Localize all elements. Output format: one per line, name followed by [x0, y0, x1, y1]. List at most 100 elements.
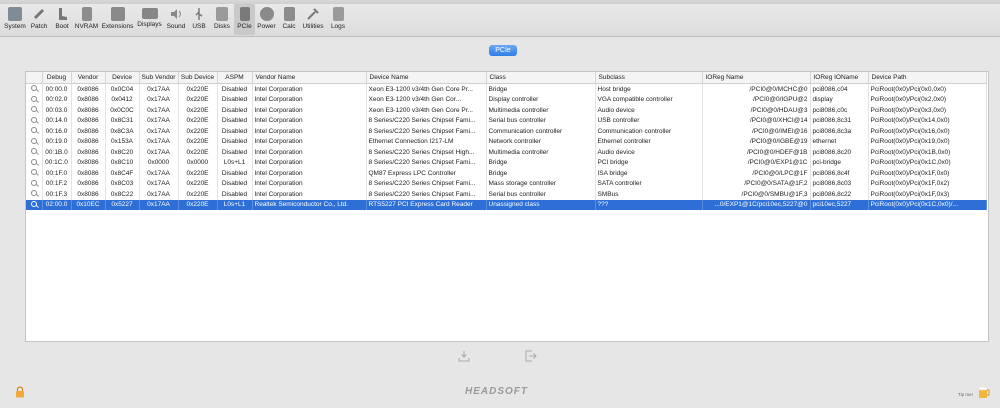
table-row[interactable]: 00:1F.3 0x8086 0x8C22 0x17AA 0x220E Disabled I… [26, 189, 987, 200]
column-header-ioreg-name[interactable]: IOReg Name [702, 72, 811, 84]
magnifier-icon[interactable] [30, 200, 37, 207]
cell-ioreg-name: /PCI0@0/IGPU@2 [702, 94, 811, 105]
table-row[interactable]: 00:1F.0 0x8086 0x8C4F 0x17AA 0x220E Disabled I… [26, 168, 987, 179]
column-header-device-path[interactable]: Device Path [868, 72, 987, 84]
toolbar: System Patch Boot NVRAM Extensions Displ… [0, 4, 1000, 37]
cell-debug: 00:16.0 [42, 126, 72, 137]
cell-aspm: Disabled [217, 105, 253, 116]
table-row[interactable]: 00:14.0 0x8086 0x8C31 0x17AA 0x220E Disabled I… [26, 115, 987, 126]
magnifier-icon[interactable] [30, 127, 37, 134]
toolbar-utilities-button[interactable]: Utilities [300, 4, 326, 35]
power-icon [259, 7, 274, 21]
row-inspect-cell[interactable] [26, 94, 43, 105]
column-header-vendor-name[interactable]: Vendor Name [252, 72, 367, 84]
toolbar-disks-button[interactable]: Disks [211, 4, 233, 35]
toolbar-power-button[interactable]: Power [256, 4, 277, 35]
column-header[interactable] [26, 72, 43, 84]
cell-debug: 00:1F.3 [42, 189, 72, 200]
cell-class: Multimedia controller [486, 147, 596, 158]
cell-aspm: Disabled [217, 83, 253, 95]
table-row[interactable]: 00:1C.0 0x8086 0x8C10 0x0000 0x0000 L0s+L1 Int… [26, 157, 987, 168]
magnifier-icon[interactable] [30, 116, 37, 123]
table-row[interactable]: 00:1B.0 0x8086 0x8C20 0x17AA 0x220E Disabled I… [26, 147, 987, 158]
toolbar-boot-button[interactable]: Boot [53, 4, 71, 35]
cell-debug: 00:1C.0 [42, 157, 72, 168]
magnifier-icon[interactable] [30, 95, 37, 102]
system-icon [8, 7, 22, 21]
export-icon[interactable] [458, 350, 470, 362]
column-header-aspm[interactable]: ASPM [217, 72, 253, 84]
row-inspect-cell[interactable] [26, 83, 43, 95]
toolbar-pcie-button[interactable]: PCIe [234, 4, 255, 35]
table-row[interactable]: 00:19.0 0x8086 0x153A 0x17AA 0x220E Disabled I… [26, 136, 987, 147]
toolbar-label: Power [257, 23, 276, 30]
row-inspect-cell[interactable] [26, 189, 43, 200]
row-inspect-cell[interactable] [26, 136, 43, 147]
beer-icon[interactable] [978, 385, 990, 399]
toolbar-system-button[interactable]: System [4, 4, 26, 35]
toolbar-calc-button[interactable]: Calc [280, 4, 298, 35]
table-row[interactable]: 00:16.0 0x8086 0x8C3A 0x17AA 0x220E Disabled I… [26, 126, 987, 137]
magnifier-icon[interactable] [30, 179, 37, 186]
cell-ioreg-name: /PCI0@0/HDEF@1B [702, 147, 811, 158]
magnifier-icon[interactable] [30, 148, 37, 155]
cell-class: Display controller [486, 94, 596, 105]
toolbar-patch-button[interactable]: Patch [30, 4, 48, 35]
row-inspect-cell[interactable] [26, 157, 43, 168]
column-header-device[interactable]: Device [105, 72, 140, 84]
cell-ioreg-ioname: pci8086,8c4f [810, 168, 869, 179]
cell-device-path: PciRoot(0x0)/Pci(0x19,0x0) [868, 136, 987, 147]
column-header-vendor[interactable]: Vendor [71, 72, 106, 84]
table-row[interactable]: 00:1F.2 0x8086 0x8C03 0x17AA 0x220E Disabled I… [26, 178, 987, 189]
cell-subclass: SATA controller [595, 178, 703, 189]
row-inspect-cell[interactable] [26, 115, 43, 126]
magnifier-icon[interactable] [30, 158, 37, 165]
pcie-section-button[interactable]: PCIe [489, 45, 517, 56]
cell-class: Multimedia controller [486, 105, 596, 116]
table-row[interactable]: 00:02.0 0x8086 0x0412 0x17AA 0x220E Disabled I… [26, 94, 987, 105]
toolbar-extensions-button[interactable]: Extensions [101, 4, 134, 35]
toolbar-nvram-button[interactable]: NVRAM [74, 4, 99, 35]
column-header-class[interactable]: Class [486, 72, 596, 84]
lock-icon[interactable] [15, 386, 25, 398]
cell-device-path: PciRoot(0x0)/Pci(0x14,0x0) [868, 115, 987, 126]
row-inspect-cell[interactable] [26, 178, 43, 189]
table-row[interactable]: 00:03.0 0x8086 0x0C0C 0x17AA 0x220E Disabled I… [26, 105, 987, 116]
magnifier-icon[interactable] [30, 85, 37, 92]
column-header-sub-device[interactable]: Sub Device [178, 72, 218, 84]
toolbar-displays-button[interactable]: Displays [137, 4, 162, 35]
column-header-debug[interactable]: Debug [42, 72, 72, 84]
toolbar-usb-button[interactable]: USB [190, 4, 208, 35]
row-inspect-cell[interactable] [26, 105, 43, 116]
table-header-row: Debug Vendor Device Sub Vendor Sub Devic… [26, 72, 987, 84]
cell-vendor: 0x8086 [71, 136, 106, 147]
column-header-device-name[interactable]: Device Name [366, 72, 487, 84]
cell-device-name: Xeon E3-1200 v3/4th Gen Core Pr... [366, 83, 487, 95]
magnifier-icon[interactable] [30, 137, 37, 144]
column-header-ioreg-ioname[interactable]: IOReg IOName [810, 72, 869, 84]
row-inspect-cell[interactable] [26, 168, 43, 179]
row-inspect-cell[interactable] [26, 126, 43, 137]
column-header-sub-vendor[interactable]: Sub Vendor [139, 72, 179, 84]
table-row[interactable]: 00:00.0 0x8086 0x0C04 0x17AA 0x220E Disabled I… [26, 83, 987, 95]
table-row[interactable]: 02:00.0 0x10EC 0x5227 0x17AA 0x220E L0s+L1 Rea… [26, 199, 987, 210]
row-inspect-cell[interactable] [26, 199, 43, 210]
toolbar-logs-button[interactable]: Logs [328, 4, 348, 35]
row-inspect-cell[interactable] [26, 147, 43, 158]
toolbar-sound-button[interactable]: Sound [165, 4, 187, 35]
magnifier-icon[interactable] [30, 190, 37, 197]
cell-debug: 00:02.0 [42, 94, 72, 105]
cell-vendor: 0x8086 [71, 168, 106, 179]
cell-ioreg-ioname: pci8086,c04 [810, 83, 869, 95]
cell-device-path: PciRoot(0x0)/Pci(0x2,0x0) [868, 94, 987, 105]
exit-icon[interactable] [525, 350, 537, 362]
magnifier-icon[interactable] [30, 106, 37, 113]
cell-device-path: PciRoot(0x0)/Pci(0x16,0x0) [868, 126, 987, 137]
magnifier-icon[interactable] [30, 169, 37, 176]
cell-vendor-name: Intel Corporation [252, 168, 367, 179]
cell-sub-device: 0x220E [178, 136, 218, 147]
cell-device-name: 8 Series/C220 Series Chipset Fami... [366, 178, 487, 189]
cell-device-path: PciRoot(0x0)/Pci(0x1B,0x0) [868, 147, 987, 158]
cell-vendor-name: Intel Corporation [252, 157, 367, 168]
column-header-subclass[interactable]: Subclass [595, 72, 703, 84]
